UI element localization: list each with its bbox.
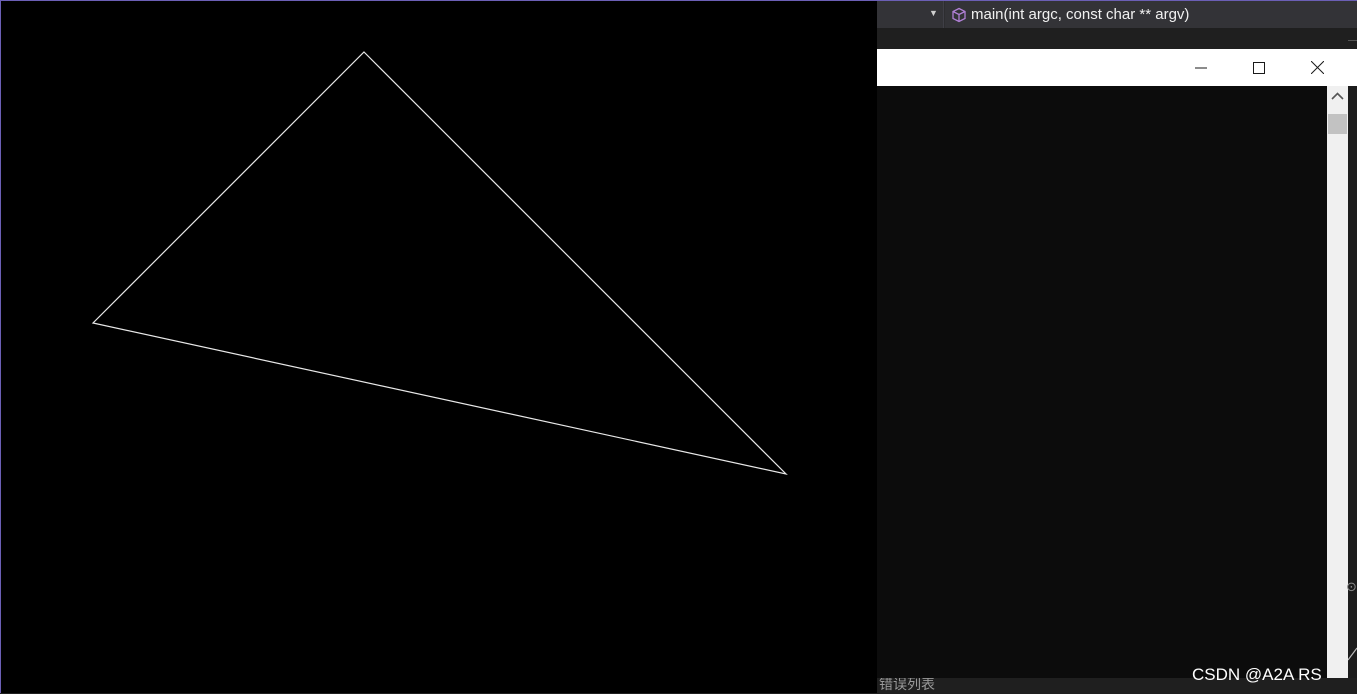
scope-dropdown[interactable]: ▼	[877, 1, 944, 28]
ide-edge	[1348, 86, 1357, 693]
close-icon	[1310, 61, 1324, 74]
minimize-button[interactable]	[1172, 49, 1230, 86]
render-canvas	[91, 51, 788, 476]
ide-strip	[877, 28, 1357, 49]
close-button[interactable]	[1288, 49, 1346, 86]
triangle-shape	[91, 51, 788, 476]
ide-navigation-bar: ▼ main(int argc, const char ** argv)	[877, 0, 1357, 28]
maximize-button[interactable]	[1230, 49, 1288, 86]
cube-icon	[952, 7, 966, 22]
maximize-icon	[1253, 61, 1265, 74]
render-window	[0, 0, 877, 693]
console-window	[877, 49, 1357, 693]
function-dropdown[interactable]: main(int argc, const char ** argv)	[945, 1, 1357, 28]
console-output[interactable]	[877, 86, 1327, 693]
scroll-up-icon[interactable]	[1331, 91, 1344, 101]
error-list-label[interactable]: 错误列表	[879, 678, 935, 693]
watermark: CSDN @A2A RS	[1192, 665, 1322, 684]
divider	[1348, 40, 1357, 41]
function-signature: main(int argc, const char ** argv)	[971, 6, 1190, 23]
minimize-icon	[1195, 67, 1207, 68]
console-titlebar[interactable]	[877, 49, 1357, 86]
vertical-scrollbar[interactable]	[1327, 86, 1348, 693]
chevron-down-icon[interactable]: ▼	[929, 8, 938, 18]
scrollbar-thumb[interactable]	[1328, 114, 1347, 134]
partial-glyph: ⊙	[1346, 579, 1357, 594]
partial-icon	[1348, 647, 1357, 661]
